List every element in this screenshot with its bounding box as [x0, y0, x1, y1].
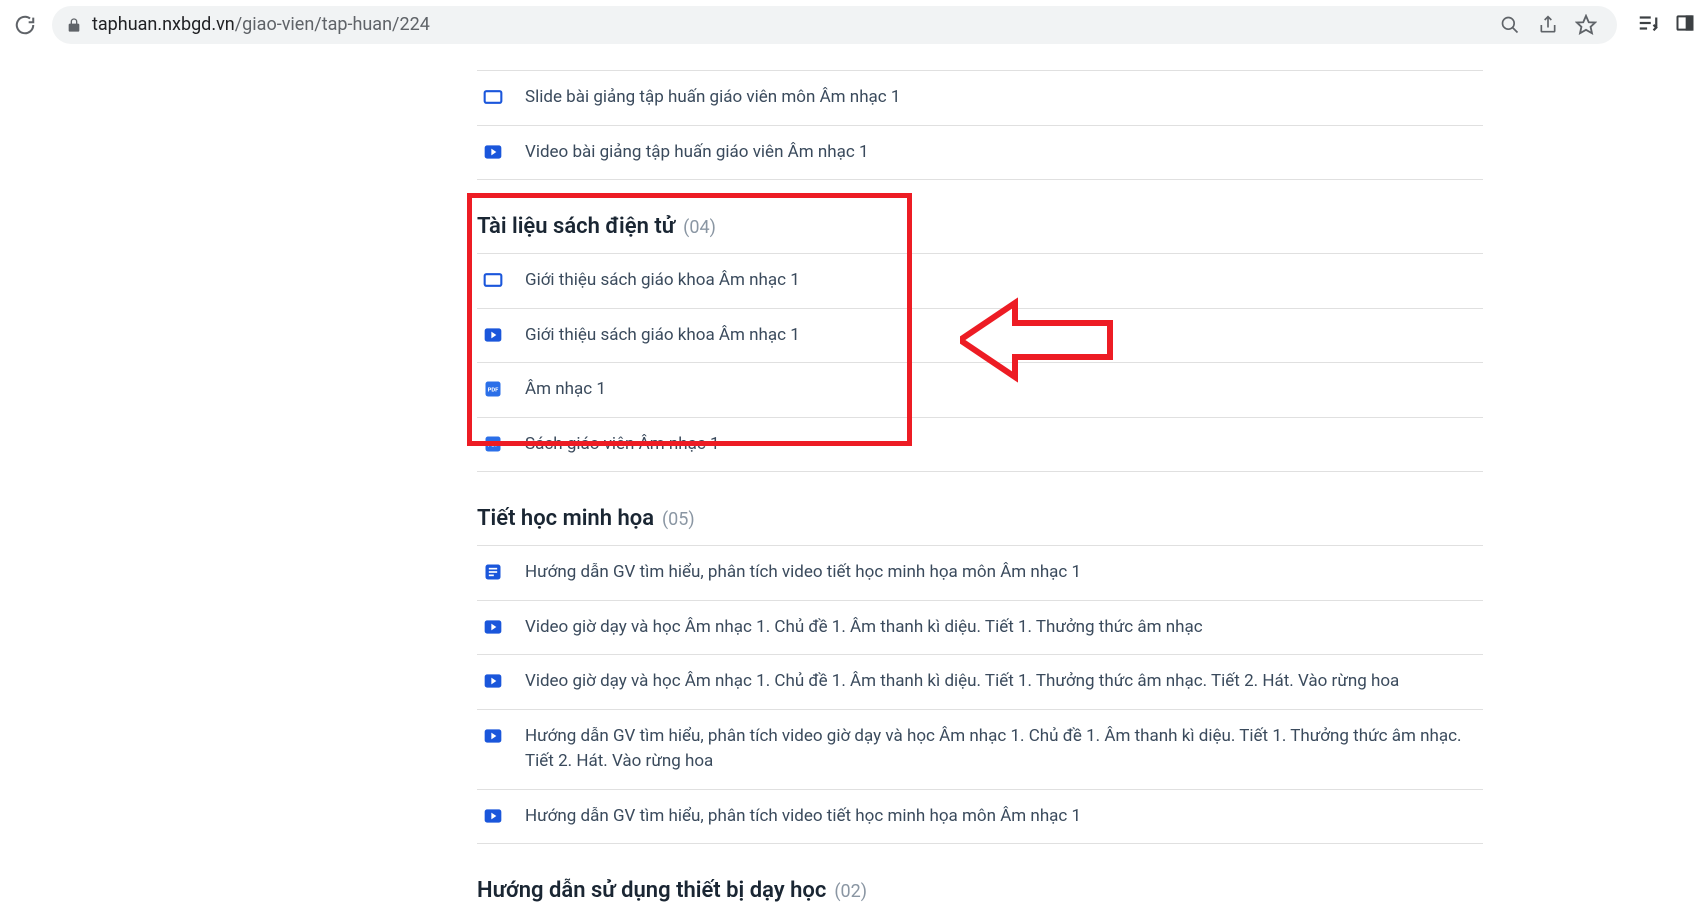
item-label: Hướng dẫn GV tìm hiểu, phân tích video t…: [525, 560, 1081, 586]
section-header-device: Hướng dẫn sử dụng thiết bị dạy học (02): [477, 872, 1483, 903]
section-header-ebook: Tài liệu sách điện tử (04): [477, 208, 1483, 253]
section-title: Tài liệu sách điện tử: [477, 214, 675, 239]
list-item[interactable]: Hướng dẫn GV tìm hiểu, phân tích video t…: [477, 545, 1483, 601]
item-label: Video bài giảng tập huấn giáo viên Âm nh…: [525, 140, 869, 166]
list-item[interactable]: Giới thiệu sách giáo khoa Âm nhạc 1: [477, 309, 1483, 364]
reading-list-icon[interactable]: [1637, 12, 1659, 38]
video-icon: [483, 325, 503, 345]
item-label: Giới thiệu sách giáo khoa Âm nhạc 1: [525, 323, 800, 349]
item-label: Slide bài giảng tập huấn giáo viên môn Â…: [525, 85, 900, 111]
list-item[interactable]: Video bài giảng tập huấn giáo viên Âm nh…: [477, 126, 1483, 181]
slide-icon: [483, 270, 503, 290]
section-title: Hướng dẫn sử dụng thiết bị dạy học: [477, 878, 826, 903]
item-label: Video giờ dạy và học Âm nhạc 1. Chủ đề 1…: [525, 669, 1399, 695]
section-count: (02): [834, 881, 867, 902]
list-item[interactable]: Slide bài giảng tập huấn giáo viên môn Â…: [477, 70, 1483, 126]
list-item[interactable]: Video giờ dạy và học Âm nhạc 1. Chủ đề 1…: [477, 601, 1483, 656]
list-item[interactable]: Hướng dẫn GV tìm hiểu, phân tích video g…: [477, 710, 1483, 790]
svg-text:PDF: PDF: [488, 388, 500, 394]
section-header-lesson: Tiết học minh họa (05): [477, 500, 1483, 545]
section-count: (05): [662, 509, 695, 530]
reload-button[interactable]: [8, 8, 42, 42]
list-item[interactable]: PDF Âm nhạc 1: [477, 363, 1483, 418]
item-label: Giới thiệu sách giáo khoa Âm nhạc 1: [525, 268, 800, 294]
page-content: Slide bài giảng tập huấn giáo viên môn Â…: [0, 50, 1703, 903]
svg-text:PDF: PDF: [488, 442, 500, 448]
browser-right-icons: [1627, 12, 1695, 38]
video-icon: [483, 726, 503, 746]
item-label: Sách giáo viên Âm nhạc 1: [525, 432, 720, 458]
browser-toolbar: taphuan.nxbgd.vn/giao-vien/tap-huan/224: [0, 0, 1703, 50]
list-item[interactable]: Hướng dẫn GV tìm hiểu, phân tích video t…: [477, 790, 1483, 845]
address-bar[interactable]: taphuan.nxbgd.vn/giao-vien/tap-huan/224: [52, 6, 1617, 44]
video-icon: [483, 142, 503, 162]
lock-icon: [66, 17, 82, 33]
slide-icon: [483, 87, 503, 107]
pdf-icon: PDF: [483, 434, 503, 454]
url-text: taphuan.nxbgd.vn/giao-vien/tap-huan/224: [92, 14, 430, 35]
url-path: /giao-vien/tap-huan/224: [235, 14, 430, 35]
video-icon: [483, 806, 503, 826]
share-icon[interactable]: [1537, 14, 1559, 36]
list-item[interactable]: PDF Sách giáo viên Âm nhạc 1: [477, 418, 1483, 473]
item-label: Hướng dẫn GV tìm hiểu, phân tích video g…: [525, 724, 1483, 775]
url-host: taphuan.nxbgd.vn: [92, 14, 235, 35]
side-panel-icon[interactable]: [1675, 13, 1695, 37]
doc-icon: [483, 562, 503, 582]
item-label: Hướng dẫn GV tìm hiểu, phân tích video t…: [525, 804, 1081, 830]
pdf-icon: PDF: [483, 379, 503, 399]
list-item[interactable]: Video giờ dạy và học Âm nhạc 1. Chủ đề 1…: [477, 655, 1483, 710]
star-icon[interactable]: [1575, 14, 1597, 36]
zoom-icon[interactable]: [1499, 14, 1521, 36]
item-label: Video giờ dạy và học Âm nhạc 1. Chủ đề 1…: [525, 615, 1203, 641]
video-icon: [483, 617, 503, 637]
list-item[interactable]: Giới thiệu sách giáo khoa Âm nhạc 1: [477, 253, 1483, 309]
section-title: Tiết học minh họa: [477, 506, 654, 531]
video-icon: [483, 671, 503, 691]
address-bar-actions: [1499, 14, 1603, 36]
item-label: Âm nhạc 1: [525, 377, 606, 403]
section-count: (04): [683, 217, 716, 238]
